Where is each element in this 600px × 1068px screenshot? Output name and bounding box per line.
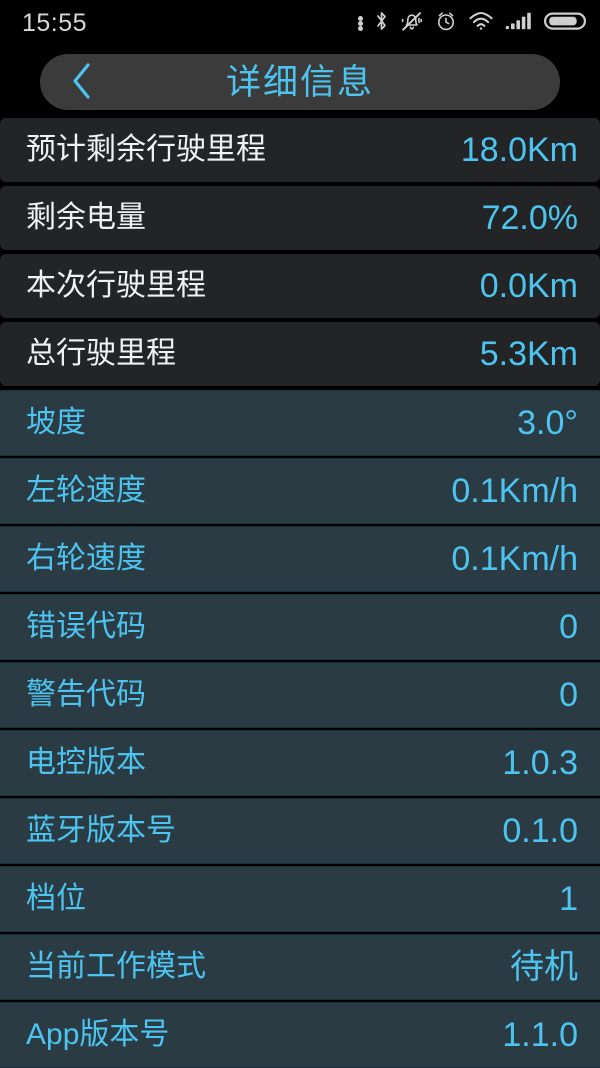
list-row[interactable]: 错误代码 0 [0, 594, 600, 660]
status-bar: 15:55 [0, 0, 600, 46]
row-label: App版本号 [26, 1018, 170, 1051]
list-row[interactable]: 蓝牙版本号 0.1.0 [0, 798, 600, 864]
row-value: 0 [559, 676, 578, 714]
row-label: 警告代码 [26, 678, 146, 711]
row-label: 右轮速度 [26, 542, 146, 575]
row-value: 72.0% [481, 199, 578, 237]
title-bar-container: 详细信息 [0, 46, 600, 118]
row-label: 预计剩余行驶里程 [26, 133, 266, 166]
alarm-clock-icon [435, 10, 457, 37]
row-value: 0 [559, 608, 578, 646]
list-row[interactable]: 警告代码 0 [0, 662, 600, 728]
row-value: 1.0.3 [502, 744, 578, 782]
row-value: 5.3Km [479, 335, 578, 373]
row-label: 总行驶里程 [26, 337, 176, 370]
back-button[interactable] [40, 54, 124, 110]
title-bar: 详细信息 [40, 54, 560, 110]
status-time: 15:55 [22, 8, 88, 37]
more-dots-icon [358, 15, 363, 31]
wifi-icon [468, 11, 494, 36]
list-row[interactable]: 当前工作模式 待机 [0, 934, 600, 1000]
status-icon-tray [358, 10, 586, 37]
list-row[interactable]: 预计剩余行驶里程 18.0Km [0, 118, 600, 182]
row-value: 0.0Km [479, 267, 578, 305]
row-value: 待机 [510, 948, 578, 986]
row-value: 18.0Km [460, 131, 578, 169]
list-row[interactable]: 本次行驶里程 0.0Km [0, 254, 600, 318]
row-label: 档位 [26, 882, 86, 915]
mute-bell-icon [400, 10, 424, 37]
row-label: 错误代码 [26, 610, 146, 643]
list-row[interactable]: 电控版本 1.0.3 [0, 730, 600, 796]
row-label: 蓝牙版本号 [26, 814, 176, 847]
row-value: 1.1.0 [502, 1016, 578, 1054]
row-label: 当前工作模式 [26, 950, 206, 983]
row-label: 坡度 [26, 406, 86, 439]
row-label: 电控版本 [26, 746, 146, 779]
back-chevron-icon [66, 57, 98, 108]
battery-icon [544, 10, 586, 37]
list-row[interactable]: 总行驶里程 5.3Km [0, 322, 600, 386]
bluetooth-icon [374, 10, 389, 37]
row-value: 3.0° [517, 404, 578, 442]
list-row[interactable]: 右轮速度 0.1Km/h [0, 526, 600, 592]
list-row[interactable]: 左轮速度 0.1Km/h [0, 458, 600, 524]
row-value: 0.1Km/h [451, 540, 578, 578]
signal-bars-icon [505, 10, 533, 36]
row-value: 1 [559, 880, 578, 918]
row-value: 0.1.0 [502, 812, 578, 850]
list-row[interactable]: 档位 1 [0, 866, 600, 932]
row-value: 0.1Km/h [451, 472, 578, 510]
row-label: 左轮速度 [26, 474, 146, 507]
detail-list: 预计剩余行驶里程 18.0Km 剩余电量 72.0% 本次行驶里程 0.0Km 总行驶里程 5… [0, 118, 600, 1068]
list-row[interactable]: 剩余电量 72.0% [0, 186, 600, 250]
list-row[interactable]: 坡度 3.0° [0, 390, 600, 456]
row-label: 本次行驶里程 [26, 269, 206, 302]
list-row[interactable]: App版本号 1.1.0 [0, 1002, 600, 1068]
row-label: 剩余电量 [26, 201, 146, 234]
